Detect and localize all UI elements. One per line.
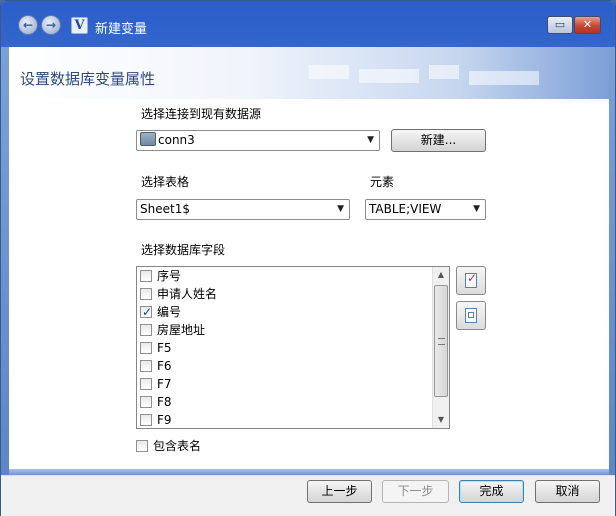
fields-scrollbar[interactable]: ▲ ▼ — [432, 267, 449, 428]
header-decoration — [309, 65, 349, 79]
list-item[interactable]: 申请人姓名 — [140, 285, 217, 303]
element-combo[interactable]: TABLE;VIEW ▼ — [365, 199, 486, 220]
fields-label: 选择数据库字段 — [141, 243, 226, 257]
forward-icon[interactable]: → — [41, 15, 61, 35]
list-item[interactable]: F9 — [140, 411, 172, 428]
header-decoration — [429, 65, 459, 79]
clear-all-button[interactable] — [456, 301, 486, 330]
dialog-content: 设置数据库变量属性 选择连接到现有数据源 conn3 ▼ 新建... 选择表格 … — [9, 47, 609, 477]
list-item[interactable]: 编号 — [140, 303, 181, 321]
list-item[interactable]: 序号 — [140, 267, 181, 285]
field-label: 申请人姓名 — [157, 287, 218, 301]
window-title: 新建变量 — [95, 22, 148, 37]
scroll-thumb[interactable] — [434, 285, 448, 397]
list-item[interactable]: F5 — [140, 339, 172, 357]
list-item[interactable]: F6 — [140, 357, 172, 375]
scroll-down-icon[interactable]: ▼ — [433, 412, 449, 428]
include-table-name-label: 包含表名 — [153, 439, 202, 453]
field-checkbox[interactable] — [140, 396, 152, 408]
field-label: 序号 — [157, 269, 182, 283]
close-button[interactable]: ✕ — [574, 16, 601, 34]
next-button[interactable]: 下一步 — [382, 480, 449, 503]
list-item[interactable]: F8 — [140, 393, 172, 411]
cancel-button[interactable]: 取消 — [535, 480, 600, 503]
back-icon[interactable]: ← — [18, 15, 38, 35]
field-label: 编号 — [157, 305, 182, 319]
field-checkbox[interactable] — [140, 288, 152, 300]
field-checkbox[interactable] — [140, 324, 152, 336]
element-label: 元素 — [370, 175, 395, 189]
clear-all-icon — [465, 308, 477, 323]
table-combo[interactable]: Sheet1$ ▼ — [136, 199, 350, 220]
table-value: Sheet1$ — [140, 202, 190, 216]
field-label: F5 — [157, 341, 172, 355]
field-checkbox[interactable] — [140, 342, 152, 354]
list-item[interactable]: F7 — [140, 375, 172, 393]
field-checkbox[interactable] — [140, 378, 152, 390]
app-logo-icon: V — [71, 17, 88, 34]
prev-button[interactable]: 上一步 — [307, 480, 372, 503]
restore-button[interactable]: ▭ — [547, 16, 573, 34]
datasource-label: 选择连接到现有数据源 — [141, 107, 262, 121]
grip-icon — [438, 338, 445, 345]
title-bar: ← → V 新建变量 ▭ ✕ — [1, 1, 615, 47]
dialog-window: ← → V 新建变量 ▭ ✕ 设置数据库变量属性 选择连接到现有数据源 conn… — [0, 0, 616, 516]
field-label: F6 — [157, 359, 172, 373]
finish-button[interactable]: 完成 — [459, 480, 524, 503]
select-all-icon: ✓ — [465, 271, 477, 288]
select-all-button[interactable]: ✓ — [456, 266, 486, 295]
field-label: 房屋地址 — [157, 323, 206, 337]
chevron-down-icon: ▼ — [367, 135, 374, 145]
scroll-up-icon[interactable]: ▲ — [433, 267, 449, 283]
field-checkbox[interactable] — [140, 270, 152, 282]
header-decoration — [469, 71, 539, 85]
footer-bar: 上一步 下一步 完成 取消 — [1, 475, 615, 516]
datasource-value: conn3 — [158, 133, 195, 147]
datasource-combo[interactable]: conn3 ▼ — [136, 130, 380, 151]
include-table-name-checkbox[interactable] — [136, 440, 148, 452]
list-item[interactable]: 房屋地址 — [140, 321, 205, 339]
header-band: 设置数据库变量属性 — [9, 47, 609, 99]
field-label: F7 — [157, 377, 172, 391]
chevron-down-icon: ▼ — [337, 204, 344, 214]
chevron-down-icon: ▼ — [473, 204, 480, 214]
table-label: 选择表格 — [141, 175, 190, 189]
fields-listbox[interactable]: 序号 申请人姓名 编号 房屋地址 F5 F6 F7 F8 F9 ▲ ▼ — [136, 266, 450, 429]
field-label: F9 — [157, 413, 172, 427]
field-checkbox[interactable] — [140, 303, 152, 321]
page-title: 设置数据库变量属性 — [20, 70, 156, 88]
field-label: F8 — [157, 395, 172, 409]
database-icon — [140, 132, 156, 146]
header-decoration — [359, 69, 419, 83]
include-table-name-row[interactable]: 包含表名 — [136, 437, 201, 454]
new-connection-button[interactable]: 新建... — [391, 129, 486, 152]
field-checkbox[interactable] — [140, 360, 152, 372]
element-value: TABLE;VIEW — [369, 202, 442, 216]
field-checkbox[interactable] — [140, 414, 152, 426]
